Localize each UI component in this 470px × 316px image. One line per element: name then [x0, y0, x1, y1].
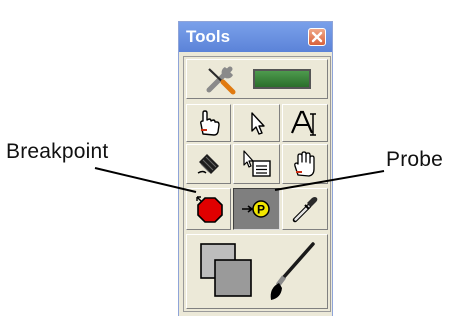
- tools-palette-window: Tools P: [178, 21, 333, 316]
- set-color-tool[interactable]: [186, 234, 328, 309]
- close-button[interactable]: [308, 28, 326, 46]
- eyedropper-icon: [292, 197, 318, 223]
- connect-wire-tool[interactable]: [186, 144, 231, 184]
- palette-title-bar[interactable]: Tools: [179, 22, 332, 52]
- stop-sign-icon: [195, 196, 223, 223]
- position-size-select-tool[interactable]: [233, 104, 280, 142]
- scroll-window-tool[interactable]: [282, 144, 328, 184]
- probe-data-tool[interactable]: P: [233, 188, 280, 230]
- breakpoint-callout-label: Breakpoint: [6, 140, 109, 163]
- grabber-hand-icon: [294, 151, 315, 177]
- shortcut-menu-icon: [242, 150, 271, 177]
- probe-callout-label: Probe: [386, 148, 444, 171]
- operate-value-tool[interactable]: [186, 104, 231, 142]
- get-color-tool[interactable]: [282, 188, 328, 230]
- auto-tool-indicator: [253, 69, 311, 89]
- wrench-screwdriver-icon: [206, 66, 236, 95]
- set-clear-breakpoint-tool[interactable]: [186, 188, 231, 230]
- text-cursor-icon: [290, 110, 316, 136]
- set-color-icon: [200, 241, 315, 300]
- wiring-spool-icon: [197, 154, 219, 174]
- edit-text-tool[interactable]: [282, 104, 328, 142]
- palette-title: Tools: [186, 27, 231, 46]
- object-shortcut-menu-tool[interactable]: [233, 144, 280, 184]
- probe-icon: P: [241, 200, 270, 218]
- pointing-hand-icon: [199, 110, 220, 136]
- arrow-cursor-icon: [250, 112, 265, 135]
- svg-text:P: P: [256, 203, 264, 217]
- automatic-tool-selection-button[interactable]: [186, 59, 328, 99]
- close-icon: [311, 31, 323, 43]
